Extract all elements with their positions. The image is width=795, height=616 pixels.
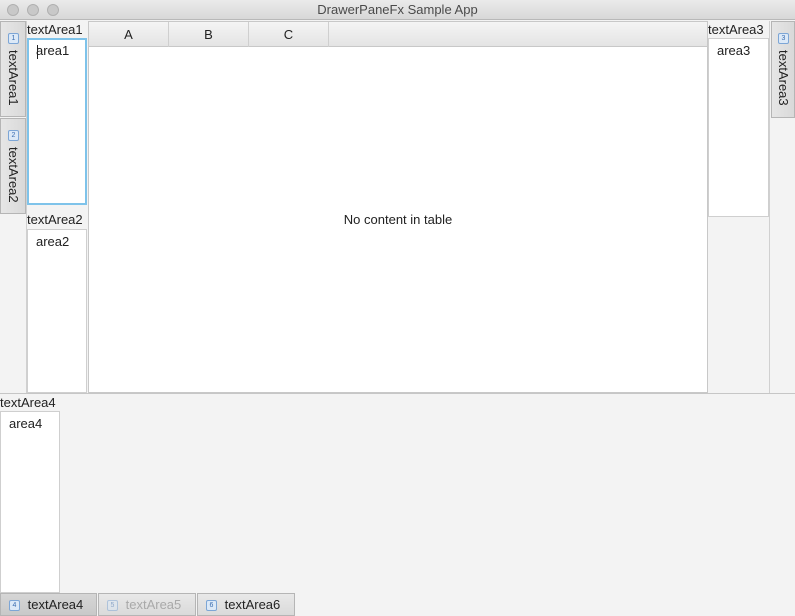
column-header-a[interactable]: A — [89, 22, 169, 47]
tab-number-badge: 6 — [206, 600, 217, 612]
tab-number-badge: 5 — [107, 600, 118, 612]
bottom-tab-label: textArea5 — [125, 597, 182, 612]
textarea4-field[interactable]: area4 — [0, 411, 60, 593]
left-tab-textarea1[interactable]: 1 textArea1 — [0, 21, 26, 117]
textarea2-text: area2 — [36, 234, 70, 249]
right-drawer-border — [769, 21, 770, 393]
bottom-tab-textarea5: 5 textArea5 — [98, 593, 196, 616]
left-tab-label: textArea1 — [6, 50, 21, 106]
textarea2-field[interactable]: area2 — [27, 229, 87, 393]
right-tab-textarea3[interactable]: 3 textArea3 — [771, 21, 795, 118]
table-header: A B C — [89, 22, 707, 47]
bottom-tab-textarea6[interactable]: 6 textArea6 — [197, 593, 295, 616]
textarea4-label: textArea4 — [0, 395, 56, 410]
table-placeholder: No content in table — [343, 212, 453, 227]
title-bar: DrawerPaneFx Sample App — [0, 0, 795, 20]
textarea4-text: area4 — [9, 416, 43, 431]
textarea3-label: textArea3 — [708, 22, 764, 37]
textarea3-field[interactable]: area3 — [708, 38, 769, 217]
bottom-tab-textarea4[interactable]: 4 textArea4 — [0, 593, 97, 616]
tab-number-badge: 3 — [778, 33, 789, 44]
right-tab-label: textArea3 — [776, 50, 791, 106]
left-tab-textarea2[interactable]: 2 textArea2 — [0, 118, 26, 214]
left-tab-label: textArea2 — [6, 147, 21, 203]
bottom-tab-label: textArea6 — [224, 597, 281, 612]
tab-number-badge: 4 — [9, 600, 20, 612]
bottom-drawer-divider — [0, 393, 795, 394]
tab-number-badge: 2 — [8, 130, 19, 141]
textarea1-label: textArea1 — [27, 22, 83, 37]
column-header-b[interactable]: B — [169, 22, 249, 47]
textarea1-text: area1 — [36, 43, 70, 58]
tab-number-badge: 1 — [8, 33, 19, 44]
textarea1-field[interactable]: area1 — [27, 38, 87, 205]
textarea3-text: area3 — [717, 43, 751, 58]
textarea2-label: textArea2 — [27, 212, 83, 227]
bottom-tab-label: textArea4 — [27, 597, 84, 612]
text-caret — [37, 45, 38, 59]
table-view[interactable]: A B C No content in table — [88, 21, 708, 393]
column-header-c[interactable]: C — [249, 22, 329, 47]
window-title: DrawerPaneFx Sample App — [317, 2, 478, 17]
